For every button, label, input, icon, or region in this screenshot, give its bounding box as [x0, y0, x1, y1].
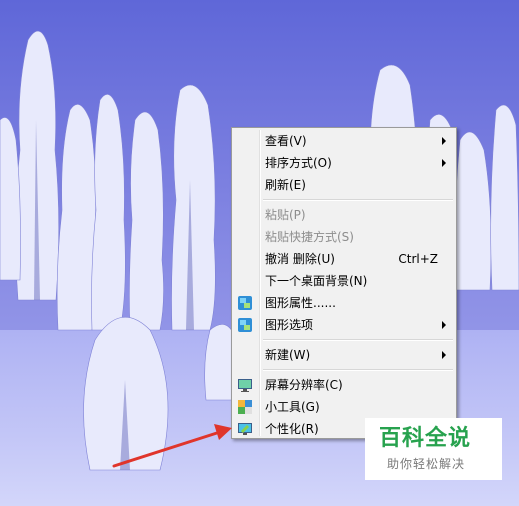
- menu-item-label: 图形选项: [265, 318, 314, 332]
- watermark-subtitle: 助你轻松解决: [387, 457, 466, 471]
- menu-item-label: 粘贴快捷方式(S): [265, 230, 354, 244]
- menu-item-view[interactable]: 查看(V): [234, 130, 454, 152]
- menu-separator: [263, 339, 453, 341]
- menu-item-undo-delete[interactable]: 撤消 删除(U) Ctrl+Z: [234, 248, 454, 270]
- menu-separator: [263, 199, 453, 201]
- menu-item-refresh[interactable]: 刷新(E): [234, 174, 454, 196]
- menu-item-label: 图形属性......: [265, 296, 336, 310]
- menu-item-paste: 粘贴(P): [234, 204, 454, 226]
- graphics-options-icon: [238, 318, 252, 332]
- menu-item-label: 个性化(R): [265, 422, 319, 436]
- menu-item-label: 下一个桌面背景(N): [265, 274, 368, 288]
- menu-item-gadgets[interactable]: 小工具(G): [234, 396, 454, 418]
- menu-item-next-background[interactable]: 下一个桌面背景(N): [234, 270, 454, 292]
- watermark-title: 百科全说: [379, 426, 472, 451]
- submenu-arrow-icon: [442, 321, 446, 329]
- submenu-arrow-icon: [442, 351, 446, 359]
- desktop-context-menu: 查看(V) 排序方式(O) 刷新(E) 粘贴(P) 粘贴快捷方式(S) 撤消 删…: [231, 127, 457, 439]
- menu-item-label: 排序方式(O): [265, 156, 332, 170]
- menu-item-label: 查看(V): [265, 134, 307, 148]
- menu-item-label: 粘贴(P): [265, 208, 306, 222]
- menu-item-label: 小工具(G): [265, 400, 320, 414]
- gadgets-icon: [238, 400, 252, 414]
- screen-resolution-icon: [238, 379, 252, 392]
- menu-item-paste-shortcut: 粘贴快捷方式(S): [234, 226, 454, 248]
- menu-separator: [263, 369, 453, 371]
- menu-item-graphics-properties[interactable]: 图形属性......: [234, 292, 454, 314]
- watermark-badge: 百科全说 助你轻松解决: [365, 418, 502, 480]
- menu-item-shortcut: Ctrl+Z: [398, 252, 438, 266]
- submenu-arrow-icon: [442, 137, 446, 145]
- menu-item-new[interactable]: 新建(W): [234, 344, 454, 366]
- submenu-arrow-icon: [442, 159, 446, 167]
- menu-item-graphics-options[interactable]: 图形选项: [234, 314, 454, 336]
- menu-item-label: 屏幕分辨率(C): [265, 378, 343, 392]
- menu-item-label: 撤消 删除(U): [265, 252, 335, 266]
- graphics-properties-icon: [238, 296, 252, 310]
- menu-item-screen-resolution[interactable]: 屏幕分辨率(C): [234, 374, 454, 396]
- personalize-icon: [238, 423, 252, 435]
- menu-item-label: 新建(W): [265, 348, 311, 362]
- menu-item-sort-by[interactable]: 排序方式(O): [234, 152, 454, 174]
- menu-item-label: 刷新(E): [265, 178, 306, 192]
